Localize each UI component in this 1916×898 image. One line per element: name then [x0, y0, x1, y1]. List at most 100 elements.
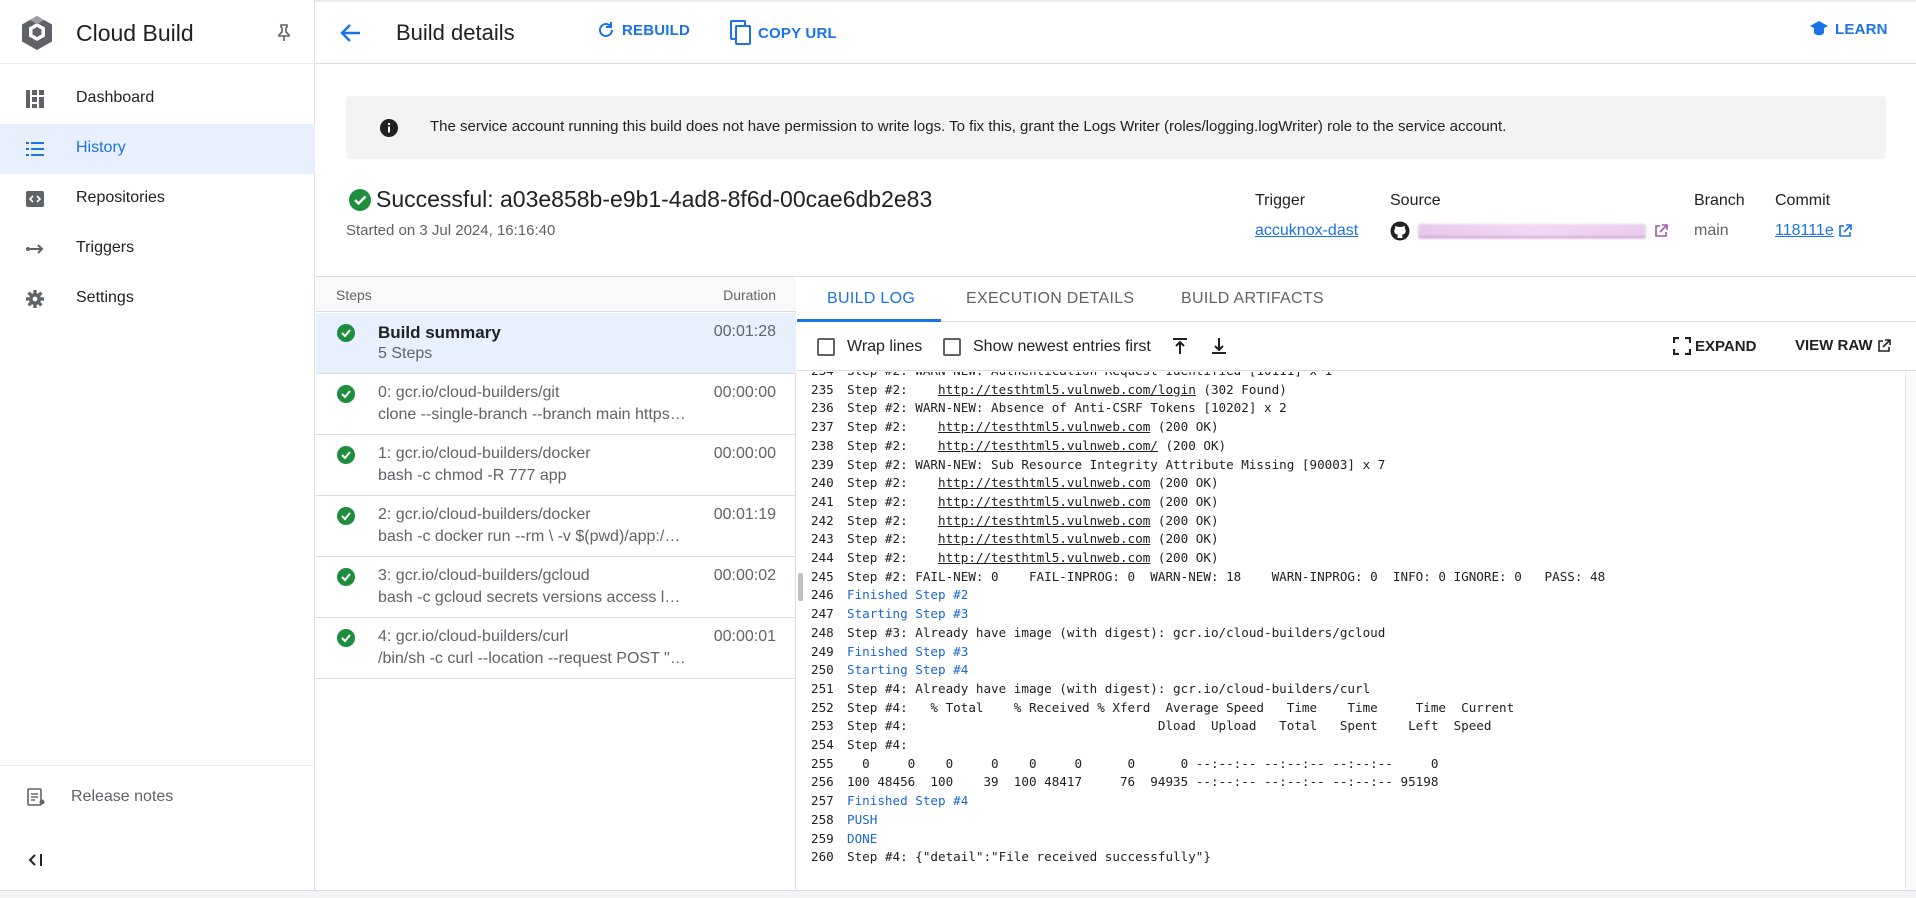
log-line-text: PUSH	[847, 811, 878, 827]
log-line: 255 0 0 0 0 0 0 0 0 --:--:-- --:--:-- --…	[797, 755, 1897, 774]
log-line-number: 259	[811, 830, 834, 846]
log-output: 234 Step #2: WARN-NEW: Authentication Req…	[797, 372, 1902, 891]
log-line-text: Step #2: WARN-NEW: Sub Resource Integrit…	[847, 456, 1386, 472]
panel-resize-handle[interactable]	[798, 573, 803, 601]
log-line: 247 Starting Step #3	[797, 605, 1897, 624]
log-url-link[interactable]: http://testhtml5.vulnweb.com	[938, 531, 1150, 546]
log-url-link[interactable]: http://testhtml5.vulnweb.com/	[938, 438, 1158, 453]
copy-url-button[interactable]: COPY URL	[730, 20, 837, 46]
tab-execution-details[interactable]: EXECUTION DETAILS	[966, 290, 1134, 308]
step-row[interactable]: 3: gcr.io/cloud-builders/gcloud bash -c g…	[316, 557, 796, 618]
banner-message: The service account running this build d…	[430, 118, 1507, 135]
tab-build-artifacts[interactable]: BUILD ARTIFACTS	[1181, 290, 1324, 308]
step-duration: 00:00:00	[713, 384, 776, 401]
view-raw-button[interactable]: VIEW RAW	[1795, 337, 1891, 354]
step-row[interactable]: 0: gcr.io/cloud-builders/git clone --sing…	[316, 374, 796, 435]
log-line-number: 251	[811, 680, 834, 696]
app-title: Cloud Build	[76, 20, 194, 46]
log-line-number: 247	[811, 606, 834, 622]
log-line: 241 Step #2: http://testhtml5.vulnweb.com…	[797, 493, 1897, 512]
log-line-text: Step #2: http://testhtml5.vulnweb.com (2…	[847, 530, 1219, 549]
step-row[interactable]: 1: gcr.io/cloud-builders/docker bash -c c…	[316, 435, 796, 496]
sidebar-item-triggers[interactable]: Triggers	[0, 224, 315, 274]
github-icon	[1390, 221, 1410, 241]
sidebar-item-settings[interactable]: Settings	[0, 274, 315, 324]
step-row[interactable]: 2: gcr.io/cloud-builders/docker bash -c d…	[316, 496, 796, 557]
step-row[interactable]: 4: gcr.io/cloud-builders/curl/bin/sh -c …	[316, 618, 796, 679]
log-line-text: Step #4: Already have image (with digest…	[847, 680, 1371, 696]
log-scrollbar[interactable]	[1905, 372, 1916, 891]
expand-button[interactable]: EXPAND	[1673, 337, 1756, 355]
log-line-number: 238	[811, 437, 834, 453]
pin-icon[interactable]	[274, 22, 294, 42]
sidebar-footer: Release notes	[0, 765, 315, 866]
log-url-link[interactable]: http://testhtml5.vulnweb.com	[938, 419, 1150, 434]
log-line-text: Step #4: % Total % Received % Xferd Aver…	[847, 699, 1515, 715]
log-line-number: 243	[811, 531, 834, 547]
step-description: /bin/sh -c curl --location --request POS…	[378, 650, 688, 667]
learn-button[interactable]: LEARN	[1809, 20, 1888, 38]
release-notes-link[interactable]: Release notes	[0, 766, 315, 826]
trigger-label: Trigger	[1255, 192, 1306, 209]
sidebar-item-repositories[interactable]: Repositories	[0, 174, 315, 224]
log-line: 246 Finished Step #2	[797, 586, 1897, 605]
active-tab-indicator	[797, 319, 941, 322]
wrap-lines-checkbox[interactable]	[817, 338, 835, 356]
sidebar-item-label: History	[76, 139, 126, 156]
log-line-text: Starting Step #3	[847, 606, 969, 622]
scroll-to-top-icon[interactable]	[1170, 336, 1190, 356]
log-url-link[interactable]: http://testhtml5.vulnweb.com	[938, 513, 1150, 528]
log-url-link[interactable]: http://testhtml5.vulnweb.com	[938, 475, 1150, 490]
trigger-link[interactable]: accuknox-dast	[1255, 222, 1358, 240]
step-description: bash -c docker run --rm \ -v $(pwd)/app:…	[378, 528, 688, 545]
sidebar-item-label: Repositories	[76, 189, 165, 206]
back-arrow-icon[interactable]	[338, 20, 364, 46]
log-url-link[interactable]: http://testhtml5.vulnweb.com/login	[938, 382, 1196, 397]
tab-build-log[interactable]: BUILD LOG	[827, 290, 915, 308]
log-line: 248 Step #3: Already have image (with dig…	[797, 624, 1897, 643]
permission-warning-banner: The service account running this build d…	[346, 96, 1886, 159]
sidebar-item-history[interactable]: History	[0, 124, 315, 174]
log-url-link[interactable]: http://testhtml5.vulnweb.com	[938, 550, 1150, 565]
log-line: 254 Step #4:	[797, 736, 1897, 755]
step-row[interactable]: Build summary 5 Steps 00:01:28	[316, 313, 796, 374]
log-suffix: (200 OK)	[1150, 550, 1219, 565]
source-link[interactable]	[1390, 221, 1668, 241]
collapse-sidebar-icon[interactable]	[26, 851, 46, 869]
log-toolbar: Wrap lines Show newest entries first EXP…	[797, 323, 1916, 371]
step-description: bash -c chmod -R 777 app	[378, 467, 567, 484]
log-line: 249 Finished Step #3	[797, 643, 1897, 662]
rebuild-label: REBUILD	[622, 21, 691, 39]
log-prefix: Step #2:	[847, 531, 938, 547]
step-description: bash -c gcloud secrets versions access l…	[378, 589, 688, 606]
success-check-icon	[337, 385, 355, 403]
log-line: 235 Step #2: http://testhtml5.vulnweb.com…	[797, 381, 1897, 400]
log-line-text: Step #2: WARN-NEW: Absence of Anti-CSRF …	[847, 400, 1287, 416]
branch-value: main	[1694, 222, 1729, 239]
log-prefix: Step #2:	[847, 419, 938, 435]
log-url-link[interactable]: http://testhtml5.vulnweb.com	[938, 494, 1150, 509]
step-duration: 00:00:01	[713, 628, 776, 645]
rebuild-button[interactable]: REBUILD	[596, 20, 690, 40]
log-line-text: Step #2: http://testhtml5.vulnweb.com (2…	[847, 493, 1219, 512]
steps-panel: Steps Duration Build summary 5 Steps 00:01…	[316, 276, 796, 890]
log-line: 234 Step #2: WARN-NEW: Authentication Req…	[797, 372, 1897, 381]
log-line-text: Step #2: FAIL-NEW: 0 FAIL-INPROG: 0 WARN…	[847, 568, 1606, 584]
log-prefix: Step #2:	[847, 475, 938, 491]
log-line-number: 240	[811, 475, 834, 491]
log-suffix: (302 Found)	[1195, 381, 1287, 397]
info-icon	[380, 119, 398, 137]
log-line-text: Step #4: Dload Upload Total Spent Left S…	[847, 718, 1492, 734]
sidebar-item-dashboard[interactable]: Dashboard	[0, 74, 315, 124]
log-line-number: 246	[811, 587, 834, 603]
log-line-text: 100 48456 100 39 100 48417 76 94935 --:-…	[847, 774, 1439, 790]
sidebar-header: Cloud Build	[0, 0, 314, 64]
newest-first-checkbox[interactable]	[943, 338, 961, 356]
log-line-number: 245	[811, 568, 834, 584]
branch-label: Branch	[1694, 192, 1745, 209]
log-line: 242 Step #2: http://testhtml5.vulnweb.com…	[797, 512, 1897, 531]
log-line-number: 234	[811, 372, 841, 381]
log-line-number: 252	[811, 699, 834, 715]
commit-link[interactable]: 118111e	[1775, 222, 1852, 240]
scroll-to-bottom-icon[interactable]	[1209, 336, 1229, 356]
